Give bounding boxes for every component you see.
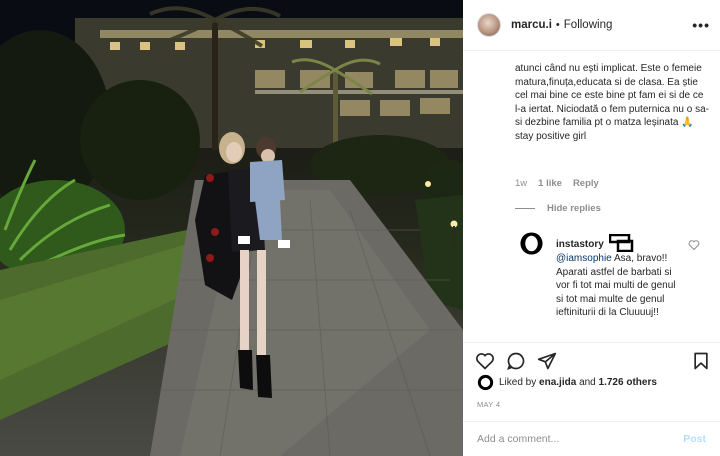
hide-replies-button[interactable]: Hide replies <box>515 203 601 214</box>
heart-icon[interactable] <box>475 351 495 371</box>
post-side-panel: marcu.i • Following ••• atunci când nu e… <box>463 0 720 456</box>
author-username[interactable]: marcu.i <box>511 19 552 31</box>
share-icon[interactable] <box>537 351 557 371</box>
liker-avatar[interactable] <box>477 374 494 391</box>
comment-input[interactable] <box>477 433 684 445</box>
comment-heart-icon[interactable] <box>688 239 700 251</box>
comment-text: atunci când nu ești implicat. Este o fem… <box>515 63 709 142</box>
bookmark-icon[interactable] <box>691 351 711 371</box>
post-photo[interactable] <box>0 0 463 456</box>
comment-age[interactable]: 1w <box>515 178 527 189</box>
reply-username[interactable]: instastory <box>556 239 604 250</box>
likes-summary: Liked by ena.jida and 1.726 others <box>477 374 657 391</box>
author-avatar[interactable] <box>477 13 501 37</box>
comment-icon[interactable] <box>506 351 526 371</box>
header-separator: • <box>555 19 560 31</box>
likes-prefix: Liked by <box>499 377 537 388</box>
redaction-mark-icon <box>608 233 633 253</box>
hide-replies-line <box>515 208 535 209</box>
comment-like-count[interactable]: 1 like <box>538 178 562 189</box>
follow-status[interactable]: Following <box>564 19 613 31</box>
comment-meta: 1w 1 like Reply <box>515 178 599 189</box>
more-options-icon[interactable]: ••• <box>692 17 710 33</box>
reply-avatar[interactable] <box>519 231 544 256</box>
reply-text-block: instastory @iamsophie Asa, bravo!! Apara… <box>556 233 680 320</box>
reply-mention[interactable]: @iamsophie <box>556 253 612 264</box>
add-comment-bar: Post <box>463 421 720 456</box>
comment-reply-button[interactable]: Reply <box>573 178 599 189</box>
post-comment-button[interactable]: Post <box>683 433 706 445</box>
likes-count[interactable]: 1.726 others <box>599 377 657 388</box>
likes-user[interactable]: ena.jida <box>539 377 576 388</box>
hide-replies-label: Hide replies <box>547 203 601 214</box>
post-header: marcu.i • Following ••• <box>463 0 720 51</box>
likes-and: and <box>579 377 596 388</box>
post-date[interactable]: MAY 4 <box>477 400 500 409</box>
